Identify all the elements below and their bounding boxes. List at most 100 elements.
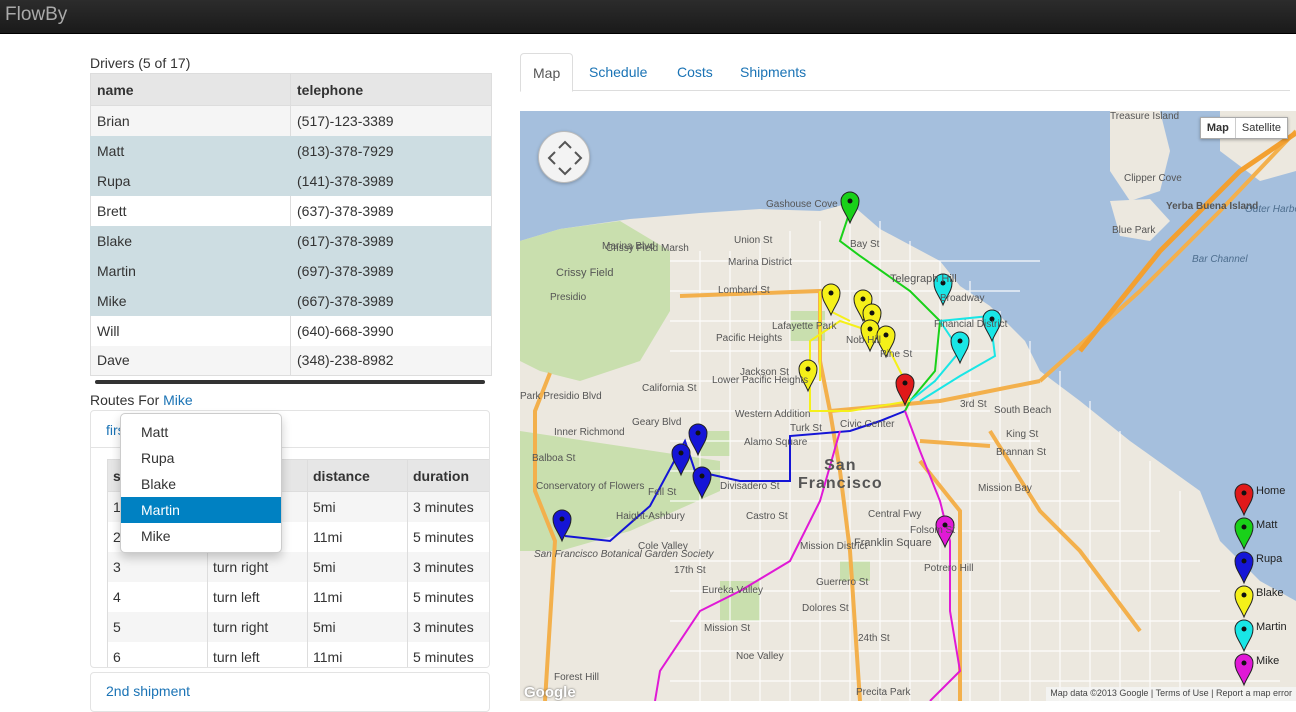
google-logo[interactable]: Google <box>524 684 576 701</box>
brand-logo[interactable]: FlowBy <box>5 4 67 26</box>
routes-driver-link[interactable]: Mike <box>163 392 193 408</box>
route-step-row[interactable]: 3 turn right 5mi 3 minutes <box>107 551 489 582</box>
navbar: FlowBy <box>0 0 1296 34</box>
place-treasure-island: Treasure Island <box>1110 111 1180 122</box>
street-lombard: Lombard St <box>718 285 770 296</box>
step-step-cell: 3 <box>107 551 208 582</box>
street-central-fwy: Central Fwy <box>868 509 922 520</box>
step-duration-cell: 3 minutes <box>407 551 489 582</box>
dropdown-option-mike[interactable]: Mike <box>121 523 281 549</box>
routes-for-label: Routes For <box>90 392 160 408</box>
step-direction-cell: turn right <box>207 611 308 642</box>
column-header-distance[interactable]: distance <box>307 459 408 492</box>
place-eureka-valley: Eureka Valley <box>702 585 763 596</box>
pan-control[interactable] <box>538 131 590 183</box>
route-step-row[interactable]: 5 turn right 5mi 3 minutes <box>107 611 489 642</box>
column-header-name[interactable]: name <box>90 73 291 106</box>
street-geary: Geary Blvd <box>632 417 682 428</box>
place-yerba-buena: Yerba Buena Island <box>1166 201 1259 212</box>
map-marker-dot <box>699 473 705 479</box>
second-shipment-toggle[interactable]: 2nd shipment <box>106 683 190 699</box>
step-duration-cell: 3 minutes <box>407 491 489 522</box>
place-pacific-heights: Pacific Heights <box>716 333 783 344</box>
route-step-row[interactable]: 6 turn left 11mi 5 minutes <box>107 641 489 667</box>
place-noe-valley: Noe Valley <box>736 651 784 662</box>
driver-row[interactable]: Dave (348)-238-8982 <box>90 345 492 376</box>
map-marker-dot <box>847 198 853 204</box>
step-distance-cell: 11mi <box>307 521 408 552</box>
map-marker-dot <box>1241 592 1247 598</box>
driver-telephone-cell: (813)-378-7929 <box>290 135 492 166</box>
street-dolores: Dolores St <box>802 603 849 614</box>
map-marker-dot <box>883 332 889 338</box>
place-haight: Haight-Ashbury <box>616 511 685 522</box>
city-label-line1: San <box>824 457 857 474</box>
place-south-beach: South Beach <box>994 405 1052 416</box>
map-type-control: Map Satellite <box>1199 117 1288 139</box>
tab-schedule[interactable]: Schedule <box>577 53 659 91</box>
dropdown-option-blake[interactable]: Blake <box>121 471 281 497</box>
tab-costs[interactable]: Costs <box>665 53 725 91</box>
terms-link[interactable]: Terms of Use <box>1156 688 1209 698</box>
column-header-duration[interactable]: duration <box>407 459 489 492</box>
driver-name-cell: Will <box>90 315 291 346</box>
tab-map[interactable]: Map <box>520 53 574 92</box>
map-type-satellite-button[interactable]: Satellite <box>1236 118 1287 138</box>
map-marker-dot <box>828 290 834 296</box>
driver-row[interactable]: Mike (667)-378-3989 <box>90 285 492 316</box>
step-direction-cell: turn left <box>207 641 308 667</box>
driver-row[interactable]: Brian (517)-123-3389 <box>90 105 492 136</box>
city-label-line2: Francisco <box>798 475 883 492</box>
step-step-cell: 4 <box>107 581 208 612</box>
street-pine: Pine St <box>880 349 913 360</box>
street-california: California St <box>642 383 697 394</box>
dropdown-option-rupa[interactable]: Rupa <box>121 445 281 471</box>
step-distance-cell: 5mi <box>307 491 408 522</box>
legend-label-martin: Martin <box>1256 621 1287 633</box>
driver-name-cell: Matt <box>90 135 291 166</box>
report-error-link[interactable]: Report a map error <box>1216 688 1292 698</box>
route-step-row[interactable]: 4 turn left 11mi 5 minutes <box>107 581 489 612</box>
driver-row[interactable]: Brett (637)-378-3989 <box>90 195 492 226</box>
step-step-cell: 5 <box>107 611 208 642</box>
route-map[interactable]: Map Satellite San Francisco Treasure Isl… <box>520 111 1296 701</box>
place-presidio: Presidio <box>550 292 587 303</box>
map-type-map-button[interactable]: Map <box>1201 118 1236 138</box>
street-17th: 17th St <box>674 565 706 576</box>
driver-telephone-cell: (617)-378-3989 <box>290 225 492 256</box>
driver-row[interactable]: Rupa (141)-378-3989 <box>90 165 492 196</box>
place-conservatory: Conservatory of Flowers <box>536 481 645 492</box>
map-attribution: Map data ©2013 Google | Terms of Use | R… <box>1046 687 1296 701</box>
driver-telephone-cell: (637)-378-3989 <box>290 195 492 226</box>
table-scrollbar[interactable] <box>95 380 485 384</box>
tab-shipments[interactable]: Shipments <box>728 53 818 91</box>
dropdown-option-martin[interactable]: Martin <box>121 497 281 523</box>
map-canvas[interactable] <box>520 111 1296 701</box>
driver-telephone-cell: (640)-668-3990 <box>290 315 492 346</box>
dropdown-option-matt[interactable]: Matt <box>121 419 281 445</box>
driver-telephone-cell: (697)-378-3989 <box>290 255 492 286</box>
street-turk: Turk St <box>790 423 822 434</box>
driver-row[interactable]: Will (640)-668-3990 <box>90 315 492 346</box>
map-marker-dot <box>869 310 875 316</box>
legend-label-blake: Blake <box>1256 587 1284 599</box>
driver-row[interactable]: Matt (813)-378-7929 <box>90 135 492 166</box>
driver-row[interactable]: Martin (697)-378-3989 <box>90 255 492 286</box>
driver-row[interactable]: Blake (617)-378-3989 <box>90 225 492 256</box>
map-marker-dot <box>559 516 565 522</box>
map-marker-dot <box>1241 524 1247 530</box>
city-label: San Francisco <box>798 457 883 493</box>
drivers-table: name telephone Brian (517)-123-3389 Matt (8… <box>90 73 492 376</box>
step-distance-cell: 11mi <box>307 581 408 612</box>
legend-label-home: Home <box>1256 485 1286 497</box>
step-duration-cell: 5 minutes <box>407 641 489 667</box>
map-marker-dot <box>1241 626 1247 632</box>
street-park-presidio: Park Presidio Blvd <box>520 391 602 402</box>
street-3rd: 3rd St <box>960 399 987 410</box>
column-header-telephone[interactable]: telephone <box>290 73 492 106</box>
street-fell: Fell St <box>648 487 677 498</box>
place-lafayette-park: Lafayette Park <box>772 321 837 332</box>
driver-name-cell: Brett <box>90 195 291 226</box>
driver-name-cell: Rupa <box>90 165 291 196</box>
place-crissy-field: Crissy Field <box>556 267 614 279</box>
